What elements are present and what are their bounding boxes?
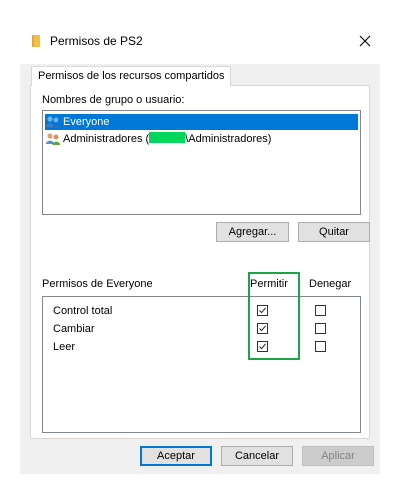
list-item-label: Administradores ( \Administradores): [63, 131, 271, 147]
perm-row-read: Leer: [53, 341, 76, 353]
users-group-icon: [45, 131, 61, 147]
allow-read-checkbox[interactable]: [257, 341, 268, 352]
add-button[interactable]: Agregar...: [216, 222, 289, 242]
deny-read-checkbox[interactable]: [315, 341, 326, 352]
deny-header: Denegar: [309, 278, 352, 290]
check-icon: [259, 325, 267, 332]
ok-button[interactable]: Aceptar: [140, 446, 212, 466]
admin-label-prefix: Administradores (: [63, 133, 150, 145]
perm-row-full-control: Control total: [53, 305, 113, 317]
check-icon: [259, 307, 267, 314]
allow-full-control-checkbox[interactable]: [257, 305, 268, 316]
remove-button[interactable]: Quitar: [298, 222, 370, 242]
tab-panel: Nombres de grupo o usuario: Everyone Adm…: [30, 85, 370, 439]
window-title: Permisos de PS2: [50, 34, 143, 48]
close-icon: [359, 35, 371, 47]
admin-label-suffix: \Administradores): [185, 133, 272, 145]
title-bar[interactable]: Permisos de PS2: [0, 26, 400, 56]
permissions-list: Control total Cambiar Leer: [42, 296, 361, 433]
redaction-block: [149, 132, 186, 143]
deny-change-checkbox[interactable]: [315, 323, 326, 334]
cancel-button[interactable]: Cancelar: [221, 446, 293, 466]
deny-full-control-checkbox[interactable]: [315, 305, 326, 316]
permissions-label: Permisos de Everyone: [42, 278, 153, 290]
list-item-everyone[interactable]: Everyone: [45, 114, 358, 130]
folder-icon: [32, 35, 40, 47]
dialog-body: Permisos de los recursos compartidos Nom…: [20, 64, 380, 474]
users-group-icon: [45, 114, 61, 130]
check-icon: [259, 343, 267, 350]
permissions-dialog: Permisos de PS2 Permisos de los recursos…: [0, 0, 400, 500]
allow-change-checkbox[interactable]: [257, 323, 268, 334]
list-item-label: Everyone: [63, 116, 110, 128]
apply-button[interactable]: Aplicar: [302, 446, 374, 466]
list-item-administrators[interactable]: Administradores ( \Administradores): [45, 131, 271, 147]
perm-row-change: Cambiar: [53, 323, 95, 335]
close-button[interactable]: [352, 30, 378, 52]
tab-share-permissions[interactable]: Permisos de los recursos compartidos: [31, 66, 232, 86]
groups-listbox[interactable]: Everyone Administradores ( \Administrador…: [42, 110, 361, 215]
allow-header: Permitir: [250, 278, 288, 290]
groups-label: Nombres de grupo o usuario:: [42, 94, 185, 106]
